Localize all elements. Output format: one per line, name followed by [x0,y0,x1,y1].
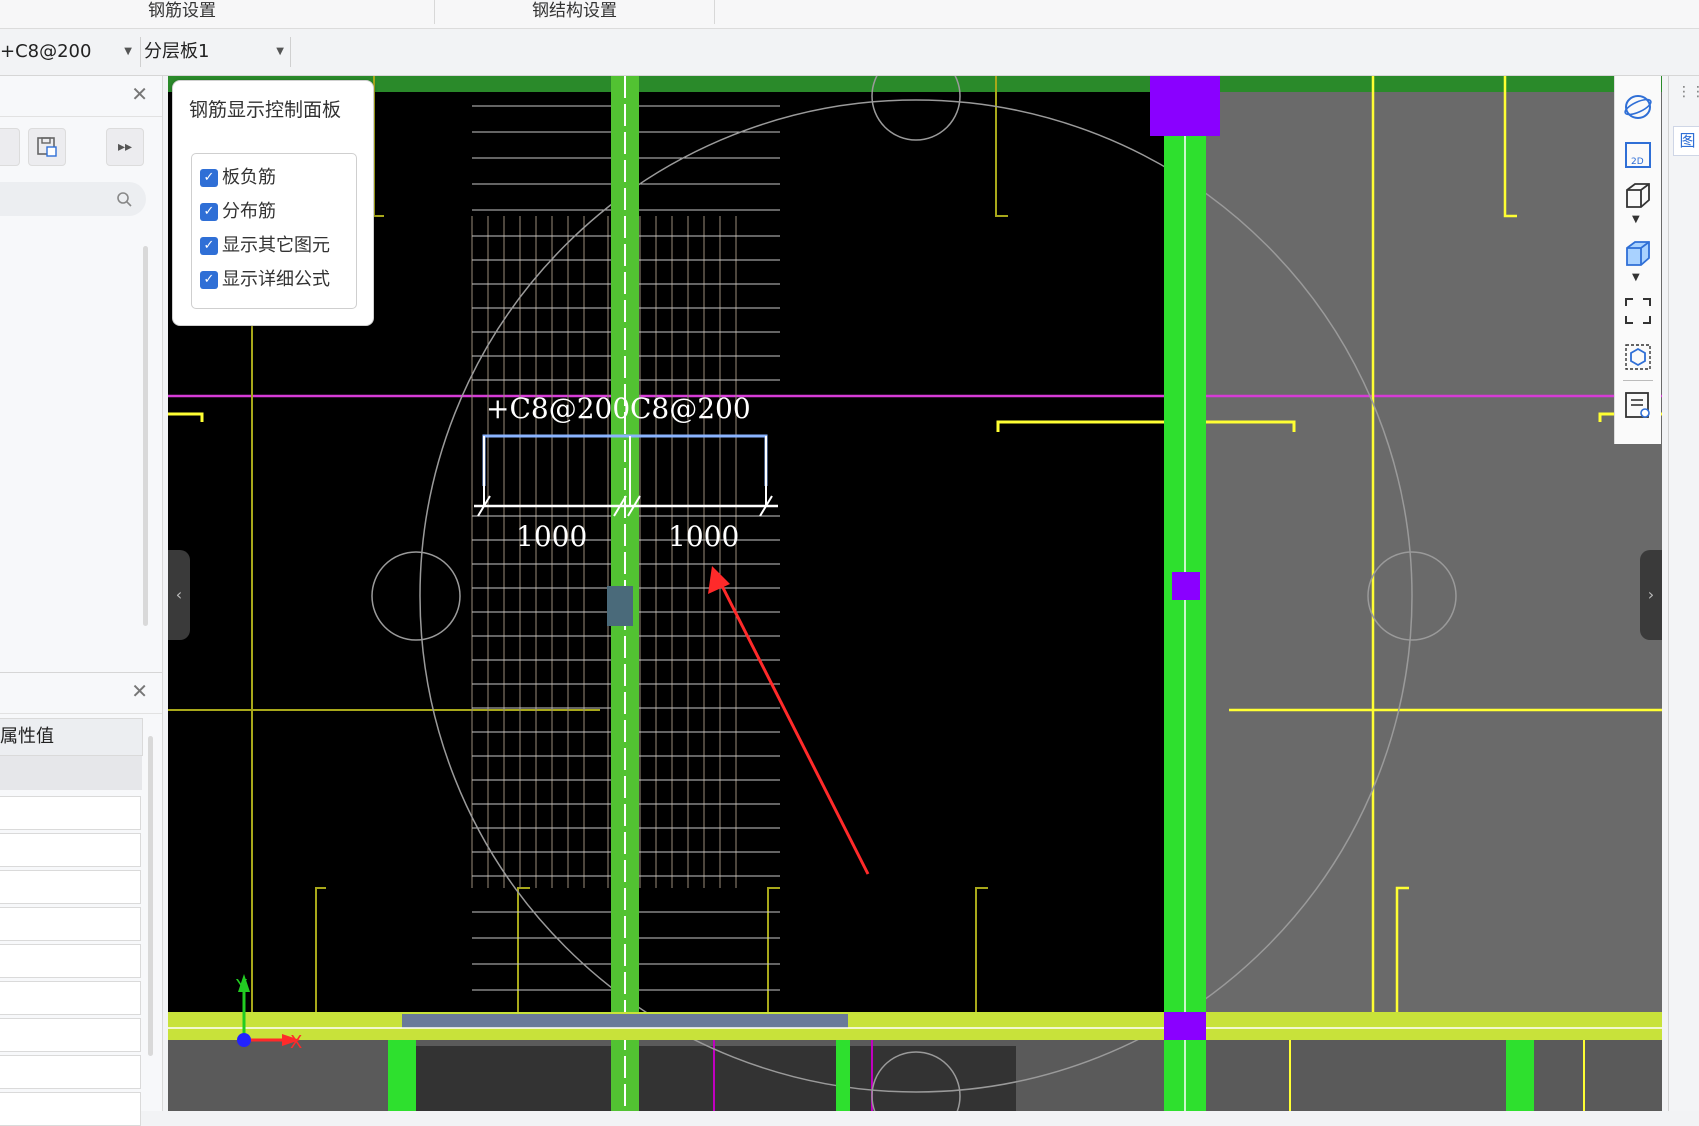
option-label: 板负筋 [222,167,276,188]
property-row[interactable] [0,907,141,941]
list-scrollbar[interactable] [143,246,148,626]
combo-separator [140,37,141,67]
rebar-display-control-panel: 钢筋显示控制面板 ✓ 板负筋 ✓ 分布筋 ✓ 显示其它图元 ✓ 显示详细公式 [172,80,374,326]
rebar-label-left: +C8@200 [486,392,630,425]
checkbox-checked-icon[interactable]: ✓ [200,237,218,255]
ribbon-separator [714,0,715,24]
property-row[interactable] [0,796,141,830]
right-dock-panel: ⋮⋮ 图 [1668,76,1699,1111]
checkbox-checked-icon[interactable]: ✓ [200,169,218,187]
property-scrollbar[interactable] [148,736,153,1056]
option-label: 显示其它图元 [222,235,330,256]
collapse-left-tab[interactable]: ‹ [168,550,190,640]
column [1172,572,1200,600]
ribbon-group-bar: 钢筋设置 钢结构设置 [0,0,1699,29]
property-row[interactable] [0,833,141,867]
slab-region-dark [416,1046,1016,1111]
rebar-spec-combo[interactable]: +C8@200 ▼ [0,37,136,67]
property-row-selected[interactable] [0,756,142,790]
option-distribution-rebar[interactable]: ✓ 分布筋 [200,198,276,226]
beam-stub [388,1040,416,1111]
chevron-down-icon[interactable]: ▼ [1632,272,1640,283]
dimension-label-right: 1000 [668,520,739,553]
option-show-detailed-formula[interactable]: ✓ 显示详细公式 [200,266,330,294]
property-row[interactable] [0,944,141,978]
drag-handle-icon[interactable]: ⋮⋮ [1677,84,1699,100]
option-slab-negative-rebar[interactable]: ✓ 板负筋 [200,164,276,192]
chevron-down-icon[interactable]: ▼ [1632,214,1640,225]
marker-circle [371,551,461,641]
annotation-arrow [714,573,870,875]
checkbox-checked-icon[interactable]: ✓ [200,203,218,221]
beam-stub [1506,1040,1534,1111]
control-panel-title: 钢筋显示控制面板 [189,99,342,121]
axis-origin [237,1033,251,1047]
beam-top [168,76,1662,92]
dock-tab[interactable]: 图 [1673,126,1699,156]
view-2d-icon[interactable]: 2D [1623,140,1653,170]
cube-icon[interactable] [1623,180,1653,210]
layer-list-icon[interactable] [1623,390,1653,420]
toolbar-separator [1623,380,1653,381]
property-row[interactable] [0,1092,141,1126]
fit-view-icon[interactable] [1623,296,1653,326]
close-icon[interactable]: ✕ [131,679,148,703]
combo-separator [290,37,291,67]
cad-drawing: +C8@200 C8@200 1000 1000 Y X [168,76,1662,1111]
layer-value: 分层板1 [144,41,210,62]
axis-y-label: Y [235,976,248,997]
layer-combo[interactable]: 分层板1 ▼ [144,37,288,67]
component-list-header: ✕ [0,76,162,117]
property-toolbar: +C8@200 ▼ 分层板1 ▼ [0,29,1699,76]
dimension-label-left: 1000 [516,520,587,553]
slab-negative-rebar-strip [402,1014,848,1028]
property-row[interactable] [0,1018,141,1052]
component-search-input[interactable] [0,182,146,216]
svg-text:2D: 2D [1631,157,1644,167]
close-icon[interactable]: ✕ [131,82,148,106]
column [1164,1012,1206,1040]
property-row[interactable] [0,870,141,904]
chevron-down-icon: ▼ [276,46,284,57]
checkbox-checked-icon[interactable]: ✓ [200,271,218,289]
save-view-icon[interactable] [28,128,66,166]
dock-tab-label: 图 [1679,131,1696,150]
list-tool-button[interactable] [0,128,20,166]
beam-bottom [168,1012,1662,1040]
ribbon-group-rebar-settings[interactable]: 钢筋设置 [148,0,216,28]
drawing-canvas[interactable]: +C8@200 C8@200 1000 1000 Y X ‹ › [168,76,1662,1111]
cube-shaded-icon[interactable] [1623,238,1653,268]
column [1150,76,1220,136]
property-value-column-header: 属性值 [0,718,143,756]
property-row[interactable] [0,1055,141,1089]
ribbon-separator [434,0,435,24]
expand-panel-icon[interactable]: ▸▸ [106,128,144,166]
slab-region [1204,90,1662,1111]
orbit-icon[interactable] [1623,92,1653,122]
wall-bracket [168,412,204,422]
beam-stub [836,1040,850,1111]
rebar-spec-value: +C8@200 [0,41,92,62]
property-row[interactable] [0,981,141,1015]
ribbon-group-steel-settings[interactable]: 钢结构设置 [532,0,617,28]
chevron-down-icon: ▼ [124,46,132,57]
axis-x-label: X [290,1032,302,1053]
box-select-icon[interactable] [1623,342,1653,372]
rebar-label-right: C8@200 [630,392,751,425]
option-label: 显示详细公式 [222,269,330,290]
search-icon [117,192,132,207]
wall-bracket [373,76,384,217]
left-panel: ✕ ▸▸ ✕ 属性值 [0,76,163,1126]
option-show-other-elements[interactable]: ✓ 显示其它图元 [200,232,330,260]
selected-rebar-marker [607,586,633,626]
property-value-label: 属性值 [0,726,54,747]
properties-header: ✕ [0,672,162,714]
arrow-head [708,566,730,594]
control-options-group: ✓ 板负筋 ✓ 分布筋 ✓ 显示其它图元 ✓ 显示详细公式 [191,153,357,309]
collapse-right-tab[interactable]: › [1640,550,1662,640]
wall-bracket [995,76,1008,217]
option-label: 分布筋 [222,201,276,222]
view-toolbar: 2D ▼ ▼ [1614,76,1661,444]
